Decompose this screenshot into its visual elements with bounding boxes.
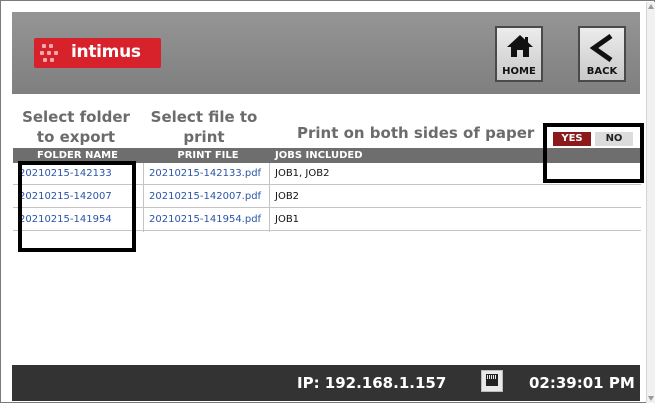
jobs-included: JOB1, JOB2 [275, 168, 330, 179]
heading-select-file: Select file to print [150, 108, 258, 146]
home-label: HOME [502, 66, 536, 77]
app-window: intimus HOME BACK Select folder to expor… [0, 0, 655, 403]
status-bar: IP: 192.168.1.157 02:39:01 PM [12, 365, 640, 401]
logo-dots-icon [40, 43, 66, 63]
duplex-highlight-box [543, 123, 644, 183]
ip-address: IP: 192.168.1.157 [297, 374, 447, 392]
jobs-included: JOB1 [275, 214, 300, 225]
scroll-up-arrow-icon[interactable] [648, 4, 654, 9]
logo-text: intimus [71, 42, 141, 62]
ethernet-icon [481, 370, 503, 392]
back-button[interactable]: BACK [578, 26, 626, 82]
jobs-included: JOB2 [275, 191, 300, 202]
intimus-logo: intimus [34, 38, 161, 68]
print-file-link[interactable]: 20210215-142007.pdf [149, 186, 271, 208]
back-arrow-icon [589, 34, 613, 62]
column-header-file: PRINT FILE [177, 150, 239, 161]
heading-select-folder: Select folder to export [22, 108, 130, 146]
heading-print-both-sides: Print on both sides of paper [297, 124, 535, 142]
header-bar: intimus HOME BACK [12, 12, 640, 94]
folder-highlight-box [18, 161, 136, 252]
print-file-link[interactable]: 20210215-142133.pdf [149, 163, 271, 185]
clock-time: 02:39:01 PM [529, 374, 635, 392]
back-label: BACK [586, 66, 618, 77]
print-file-link[interactable]: 20210215-141954.pdf [149, 209, 271, 231]
vertical-scrollbar[interactable] [646, 2, 655, 403]
home-icon [507, 35, 533, 57]
column-divider [269, 163, 270, 232]
column-divider [143, 163, 144, 232]
column-header-jobs: JOBS INCLUDED [275, 150, 363, 161]
home-button[interactable]: HOME [495, 26, 543, 82]
scroll-down-arrow-icon[interactable] [648, 396, 654, 401]
